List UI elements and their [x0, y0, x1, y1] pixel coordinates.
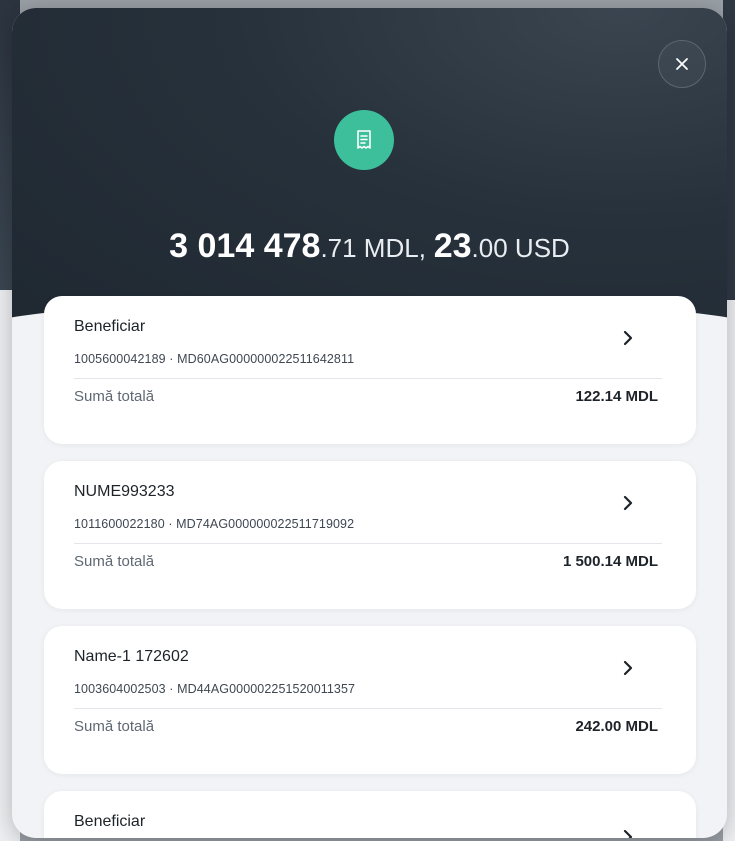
card-divider [74, 543, 662, 544]
close-button[interactable] [658, 40, 706, 88]
total-sum-value: 242.00 MDL [575, 718, 658, 735]
beneficiary-name: Beneficiar [74, 813, 146, 830]
total-usd-integer: 23 [433, 227, 472, 265]
chevron-right-icon [623, 495, 633, 511]
total-sum-value: 122.14 MDL [575, 388, 658, 405]
modal-header [12, 8, 727, 378]
beneficiary-name: Name-1 172602 [74, 648, 189, 665]
beneficiary-account-ids: 1011600022180 · MD74AG000000022511719092 [74, 517, 355, 531]
close-icon [676, 58, 688, 70]
total-mdl-fraction: .71 MDL, [320, 233, 426, 263]
beneficiary-name: Beneficiar [74, 318, 146, 335]
beneficiary-list: Beneficiar 1005600042189 · MD60AG0000000… [44, 296, 696, 838]
card-open-button[interactable] [618, 493, 638, 513]
total-sum-value: 1 500.14 MDL [562, 553, 658, 570]
chevron-right-icon [623, 829, 633, 838]
beneficiary-card[interactable]: Beneficiar [44, 791, 696, 838]
total-usd-fraction: .00 USD [471, 233, 570, 263]
chevron-right-icon [623, 660, 633, 676]
total-amount: 3 014 478.71 MDL, 23.00 USD [12, 226, 727, 268]
total-mdl-integer: 3 014 478 [169, 227, 321, 265]
total-sum-label: Sumă totală [74, 553, 155, 570]
transfers-summary-modal: 3 014 478.71 MDL, 23.00 USD Beneficiar 1… [12, 8, 727, 838]
beneficiary-card[interactable]: NUME993233 1011600022180 · MD74AG0000000… [44, 461, 696, 609]
beneficiary-account-ids: 1003604002503 · MD44AG000002251520011357 [74, 682, 356, 696]
beneficiary-card[interactable]: Name-1 172602 1003604002503 · MD44AG0000… [44, 626, 696, 774]
beneficiary-account-ids: 1005600042189 · MD60AG000000022511642811 [74, 352, 355, 366]
beneficiary-card[interactable]: Beneficiar 1005600042189 · MD60AG0000000… [44, 296, 696, 444]
receipt-badge [334, 110, 394, 170]
chevron-right-icon [623, 330, 633, 346]
card-open-button[interactable] [618, 328, 638, 348]
card-divider [74, 708, 662, 709]
card-divider [74, 378, 662, 379]
card-open-button[interactable] [618, 658, 638, 678]
receipt-icon [357, 130, 371, 149]
card-open-button[interactable] [618, 827, 638, 838]
beneficiary-name: NUME993233 [74, 483, 175, 500]
total-sum-label: Sumă totală [74, 718, 155, 735]
total-sum-label: Sumă totală [74, 388, 155, 405]
